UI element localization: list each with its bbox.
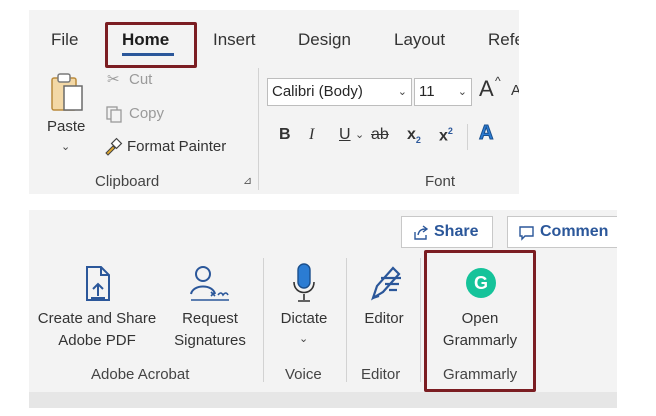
- bold-button[interactable]: B: [279, 126, 291, 144]
- scissors-icon: ✂: [107, 71, 120, 88]
- paste-button[interactable]: Paste ⌄: [43, 70, 93, 170]
- create-share-label-line1: Create and Share: [37, 310, 157, 327]
- comments-label: Commen: [540, 223, 609, 240]
- group-separator: [258, 68, 259, 190]
- active-tab-underline: [122, 53, 174, 56]
- tab-design[interactable]: Design: [298, 30, 351, 50]
- editor-button[interactable]: Editor: [353, 260, 415, 360]
- open-grammarly-label-line2: Grammarly: [442, 332, 518, 349]
- dialog-launcher-icon[interactable]: ⊿: [243, 174, 252, 187]
- share-icon: [414, 225, 429, 240]
- group-separator: [346, 258, 347, 382]
- paste-icon: [51, 73, 83, 111]
- format-painter-button[interactable]: Format Painter: [103, 136, 273, 158]
- superscript-button[interactable]: x2: [439, 126, 453, 145]
- grow-font-button[interactable]: A: [479, 76, 494, 102]
- group-label-font: Font: [425, 173, 456, 190]
- editor-label: Editor: [364, 310, 404, 327]
- font-size-combo[interactable]: 11 ⌄: [414, 78, 472, 106]
- comments-button[interactable]: Commen: [507, 216, 617, 248]
- caret-up-icon: ^: [495, 74, 501, 88]
- italic-button[interactable]: I: [309, 126, 314, 144]
- subscript-mark: 2: [415, 135, 421, 146]
- font-size-value: 11: [419, 83, 435, 100]
- chevron-down-icon: ⌄: [397, 86, 407, 98]
- group-separator: [420, 258, 421, 382]
- chevron-down-icon: ⌄: [61, 141, 71, 153]
- group-label-voice: Voice: [285, 366, 322, 383]
- group-label-editor: Editor: [361, 366, 401, 383]
- chevron-down-icon[interactable]: ⌄: [355, 128, 364, 141]
- copy-icon: [106, 106, 122, 123]
- tab-insert[interactable]: Insert: [213, 30, 256, 50]
- chevron-down-icon: ⌄: [299, 333, 309, 345]
- font-name-value: Calibri (Body): [272, 83, 363, 100]
- pdf-share-icon: [86, 266, 110, 301]
- share-label: Share: [434, 223, 479, 240]
- ribbon-bottom-border: [29, 392, 617, 408]
- text-effects-button[interactable]: A: [478, 122, 493, 145]
- home-ribbon-clipboard-font: File Home Insert Design Layout Refe Past…: [29, 10, 519, 194]
- shrink-font-button[interactable]: A: [511, 82, 519, 99]
- request-signatures-button[interactable]: Request Signatures: [169, 260, 251, 360]
- comment-icon: [519, 226, 534, 241]
- group-label-adobe-acrobat: Adobe Acrobat: [91, 366, 190, 383]
- tab-home[interactable]: Home: [122, 30, 169, 50]
- request-label-line1: Request: [182, 310, 238, 327]
- superscript-base: x: [439, 127, 448, 145]
- create-share-adobe-pdf-button[interactable]: Create and Share Adobe PDF: [35, 260, 159, 360]
- dictate-button[interactable]: Dictate ⌄: [271, 260, 337, 360]
- dictate-label: Dictate: [280, 310, 328, 327]
- open-grammarly-button[interactable]: G Open Grammarly: [431, 260, 529, 360]
- request-label-line2: Signatures: [174, 332, 246, 349]
- superscript-mark: 2: [447, 126, 453, 136]
- paste-label: Paste: [47, 118, 86, 135]
- cut-button[interactable]: ✂ Cut: [103, 70, 263, 92]
- copy-button[interactable]: Copy: [103, 103, 263, 125]
- font-name-combo[interactable]: Calibri (Body) ⌄: [267, 78, 412, 106]
- tab-file[interactable]: File: [51, 30, 78, 50]
- tab-references[interactable]: Refe: [488, 30, 519, 50]
- cut-label: Cut: [129, 71, 153, 88]
- editor-pen-icon: [371, 266, 401, 301]
- subscript-base: x: [407, 126, 416, 143]
- create-share-label-line2: Adobe PDF: [58, 332, 136, 349]
- signature-icon: [190, 266, 229, 301]
- chevron-down-icon: ⌄: [457, 86, 467, 98]
- subscript-button[interactable]: x2: [407, 126, 421, 145]
- format-painter-label: Format Painter: [127, 138, 227, 155]
- share-button[interactable]: Share: [401, 216, 493, 248]
- open-grammarly-label-line1: Open: [461, 310, 499, 327]
- underline-button[interactable]: U: [339, 126, 351, 144]
- tab-layout[interactable]: Layout: [394, 30, 445, 50]
- microphone-icon: [293, 263, 315, 302]
- strikethrough-button[interactable]: ab: [371, 126, 389, 144]
- font-separator: [467, 124, 468, 150]
- copy-label: Copy: [129, 105, 165, 122]
- group-label-clipboard: Clipboard: [95, 173, 160, 190]
- paintbrush-icon: [105, 137, 123, 156]
- group-label-grammarly: Grammarly: [443, 366, 518, 383]
- group-separator: [263, 258, 264, 382]
- grammarly-logo-icon: G: [466, 268, 496, 298]
- add-ins-ribbon: Share Commen Create and Share Adobe PDF …: [29, 210, 617, 408]
